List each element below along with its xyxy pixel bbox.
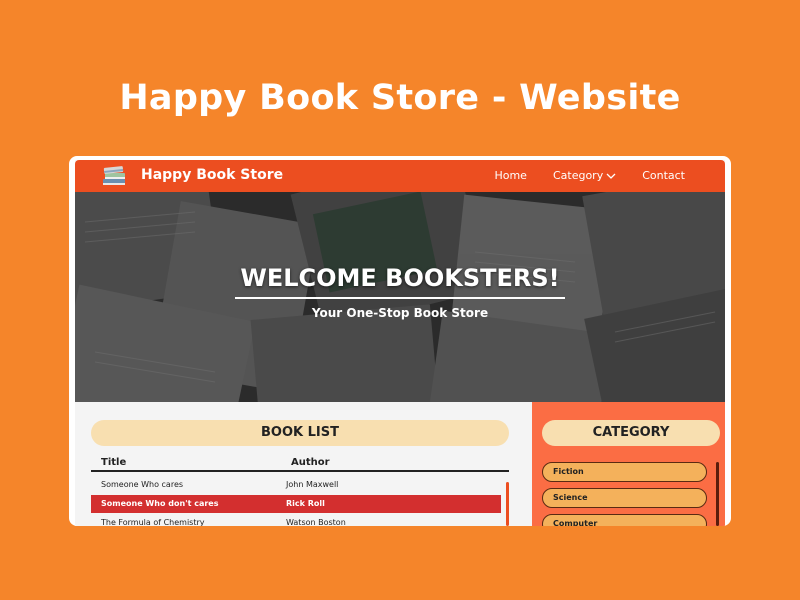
nav-home-label: Home (494, 169, 527, 182)
category-item-science[interactable]: Science (542, 488, 707, 508)
column-author: Author (291, 457, 330, 468)
row-author: John Maxwell (286, 480, 339, 489)
table-row[interactable]: Someone Who cares John Maxwell (91, 476, 501, 494)
table-row-selected[interactable]: Someone Who don't cares Rick Roll (91, 495, 501, 513)
category-title: CATEGORY (542, 420, 720, 446)
website-screenshot-frame: Happy Book Store Home Category Contact W… (69, 156, 731, 526)
row-author: Watson Boston (286, 518, 346, 526)
chevron-down-icon (606, 173, 616, 179)
hero-divider (235, 297, 565, 299)
navbar: Happy Book Store Home Category Contact (75, 160, 725, 192)
hero-subtitle: Your One-Stop Book Store (311, 306, 489, 320)
row-author: Rick Roll (286, 499, 325, 508)
category-item-computer[interactable]: Computer (542, 514, 707, 526)
website: Happy Book Store Home Category Contact W… (75, 160, 725, 526)
book-table-header: Title Author (91, 457, 509, 472)
row-title: Someone Who don't cares (101, 499, 219, 508)
nav-category-dropdown[interactable]: Category (553, 169, 616, 182)
hero-title: WELCOME BOOKSTERS! (240, 264, 560, 292)
book-list-scrollbar[interactable] (506, 482, 509, 526)
book-list-title: BOOK LIST (91, 420, 509, 446)
nav-links: Home Category Contact (494, 169, 685, 182)
brand-name[interactable]: Happy Book Store (141, 167, 283, 183)
category-section: CATEGORY Fiction Science Computer (532, 402, 725, 526)
category-scrollbar[interactable] (716, 462, 719, 526)
poster-title: Happy Book Store - Website (119, 78, 681, 118)
book-list-section: BOOK LIST Title Author Someone Who cares… (75, 402, 530, 526)
category-item-fiction[interactable]: Fiction (542, 462, 707, 482)
nav-contact-label: Contact (642, 169, 685, 182)
books-logo-icon (103, 166, 125, 185)
table-row[interactable]: The Formula of Chemistry Watson Boston (91, 514, 501, 526)
column-title: Title (101, 457, 127, 468)
row-title: Someone Who cares (101, 480, 184, 489)
hero-banner: WELCOME BOOKSTERS! Your One-Stop Book St… (75, 192, 725, 402)
nav-home[interactable]: Home (494, 169, 526, 182)
row-title: The Formula of Chemistry (101, 518, 205, 526)
nav-contact[interactable]: Contact (642, 169, 685, 182)
nav-category-label: Category (552, 169, 604, 182)
